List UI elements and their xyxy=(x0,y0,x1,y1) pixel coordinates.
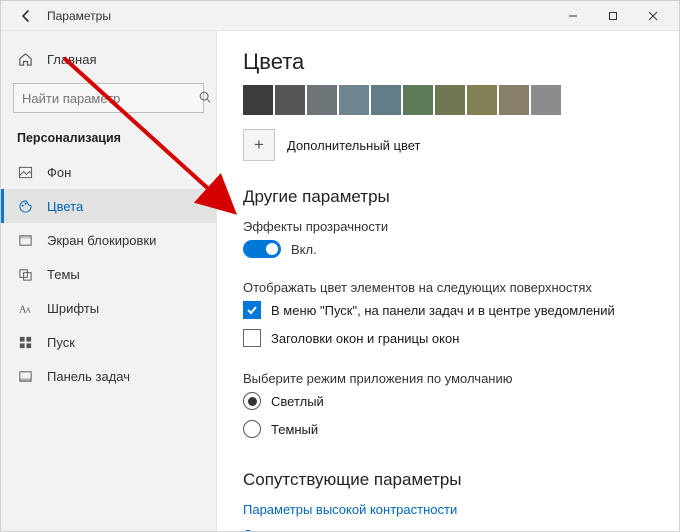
checkbox-label: В меню "Пуск", на панели задач и в центр… xyxy=(271,303,615,318)
lockscreen-icon xyxy=(17,232,33,248)
transparency-label: Эффекты прозрачности xyxy=(243,219,653,234)
close-button[interactable] xyxy=(633,2,673,30)
search-input[interactable] xyxy=(22,91,198,106)
section-related: Сопутствующие параметры xyxy=(243,470,653,490)
window-controls xyxy=(553,2,673,30)
color-swatch[interactable] xyxy=(371,85,401,115)
link-high-contrast[interactable]: Параметры высокой контрастности xyxy=(243,502,653,517)
sidebar-item-colors[interactable]: Цвета xyxy=(1,189,216,223)
color-swatch[interactable] xyxy=(275,85,305,115)
sidebar-item-themes[interactable]: Темы xyxy=(1,257,216,291)
add-color-label: Дополнительный цвет xyxy=(287,138,421,153)
nav-label: Экран блокировки xyxy=(47,233,156,248)
sidebar: Главная Персонализация Фон Цвета Экран б… xyxy=(1,31,217,531)
palette-icon xyxy=(17,198,33,214)
radio-dark[interactable]: Темный xyxy=(243,420,653,438)
checkbox-titlebars[interactable]: Заголовки окон и границы окон xyxy=(243,329,653,347)
radio-icon xyxy=(243,392,261,410)
color-swatch[interactable] xyxy=(499,85,529,115)
radio-icon xyxy=(243,420,261,438)
sidebar-group-label: Персонализация xyxy=(1,125,216,155)
app-mode-label: Выберите режим приложения по умолчанию xyxy=(243,371,653,386)
nav-label: Темы xyxy=(47,267,80,282)
taskbar-icon xyxy=(17,368,33,384)
radio-light[interactable]: Светлый xyxy=(243,392,653,410)
back-button[interactable] xyxy=(15,5,37,27)
color-swatch[interactable] xyxy=(403,85,433,115)
color-swatch[interactable] xyxy=(467,85,497,115)
checkbox-icon xyxy=(243,329,261,347)
home-label: Главная xyxy=(47,52,96,67)
picture-icon xyxy=(17,164,33,180)
svg-text:A: A xyxy=(25,305,31,314)
start-icon xyxy=(17,334,33,350)
minimize-button[interactable] xyxy=(553,2,593,30)
search-box[interactable] xyxy=(13,83,204,113)
sidebar-item-fonts[interactable]: AA Шрифты xyxy=(1,291,216,325)
sidebar-item-lockscreen[interactable]: Экран блокировки xyxy=(1,223,216,257)
nav-label: Шрифты xyxy=(47,301,99,316)
nav-label: Фон xyxy=(47,165,71,180)
surfaces-label: Отображать цвет элементов на следующих п… xyxy=(243,280,653,295)
page-title: Цвета xyxy=(243,49,653,75)
window-title: Параметры xyxy=(47,9,111,23)
titlebar: Параметры xyxy=(1,1,679,31)
themes-icon xyxy=(17,266,33,282)
content-area: Цвета + Дополнительный цвет Другие парам… xyxy=(217,31,679,531)
color-swatch[interactable] xyxy=(307,85,337,115)
home-icon xyxy=(17,51,33,67)
link-sync-settings[interactable]: Синхронизация ваших параметров xyxy=(243,527,653,531)
search-icon xyxy=(198,90,212,107)
sidebar-item-start[interactable]: Пуск xyxy=(1,325,216,359)
maximize-button[interactable] xyxy=(593,2,633,30)
fonts-icon: AA xyxy=(17,300,33,316)
toggle-state-label: Вкл. xyxy=(291,242,317,257)
sidebar-item-taskbar[interactable]: Панель задач xyxy=(1,359,216,393)
color-swatch[interactable] xyxy=(435,85,465,115)
radio-label: Светлый xyxy=(271,394,324,409)
checkbox-start-taskbar[interactable]: В меню "Пуск", на панели задач и в центр… xyxy=(243,301,653,319)
checkbox-label: Заголовки окон и границы окон xyxy=(271,331,459,346)
color-swatch[interactable] xyxy=(531,85,561,115)
color-swatches xyxy=(243,85,653,115)
nav-label: Пуск xyxy=(47,335,75,350)
color-swatch[interactable] xyxy=(339,85,369,115)
nav-label: Панель задач xyxy=(47,369,130,384)
add-color-button[interactable]: + xyxy=(243,129,275,161)
color-swatch[interactable] xyxy=(243,85,273,115)
sidebar-item-background[interactable]: Фон xyxy=(1,155,216,189)
home-link[interactable]: Главная xyxy=(1,41,216,77)
checkbox-icon xyxy=(243,301,261,319)
radio-label: Темный xyxy=(271,422,318,437)
nav-label: Цвета xyxy=(47,199,83,214)
section-other-params: Другие параметры xyxy=(243,187,653,207)
transparency-toggle[interactable] xyxy=(243,240,281,258)
